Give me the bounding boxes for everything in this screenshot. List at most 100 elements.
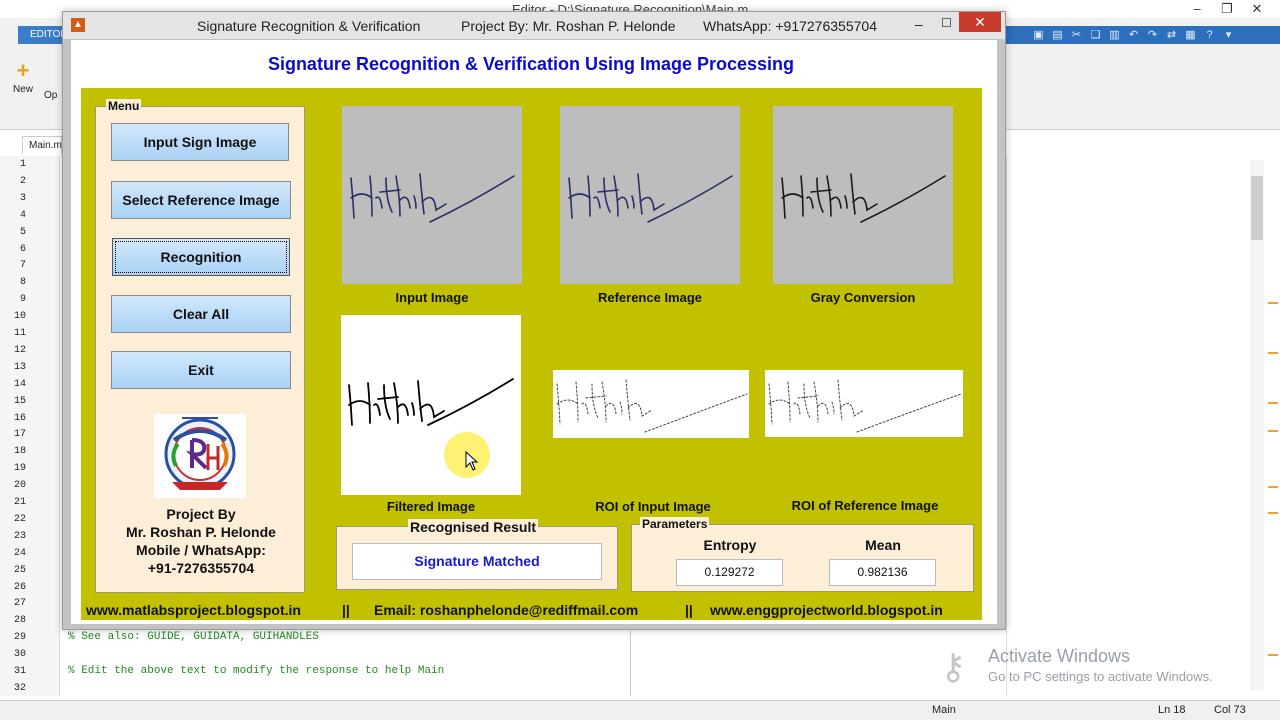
minimize-icon[interactable]: – <box>1182 0 1212 18</box>
signature-drawing <box>781 173 946 223</box>
line-number: 11 <box>13 328 26 339</box>
main-panel: Menu Input Sign Image Select Reference I… <box>81 88 982 620</box>
app-body: Signature Recognition & Verification Usi… <box>71 40 997 624</box>
status-function: Main <box>932 704 956 716</box>
line-number: 17 <box>13 429 26 441</box>
line-number: 24 <box>13 547 26 559</box>
mean-value: 0.982136 <box>829 559 936 586</box>
signature-drawing <box>350 173 515 223</box>
line-number: 10 <box>13 311 26 323</box>
marker[interactable] <box>1268 486 1278 488</box>
recognition-button[interactable]: Recognition <box>112 238 290 276</box>
roi-input-axes <box>553 370 749 438</box>
open-button[interactable]: Op <box>44 90 57 101</box>
code-line[interactable]: % See also: GUIDE, GUIDATA, GUIHANDLES <box>68 631 319 643</box>
close-icon[interactable]: ✕ <box>1242 0 1272 18</box>
line-number: 19 <box>13 463 26 475</box>
footer-email: Email: roshanphelonde@rediffmail.com <box>374 602 639 618</box>
reference-image-caption: Reference Image <box>597 290 703 305</box>
line-number: 7 <box>19 260 26 272</box>
tab-main-m[interactable]: Main.m <box>22 136 62 154</box>
filtered-image-axes <box>341 315 521 495</box>
layout-icon[interactable]: ▦ <box>1182 27 1199 43</box>
signature-drawing <box>568 173 733 223</box>
minimize-icon[interactable]: – <box>915 16 923 32</box>
matlab-icon: ▲ <box>71 18 85 32</box>
close-button[interactable]: ✕ <box>959 12 1001 32</box>
code-analyzer-markers <box>1266 156 1278 696</box>
marker[interactable] <box>1268 352 1278 354</box>
line-number: 25 <box>13 564 26 576</box>
entropy-label: Entropy <box>703 537 757 553</box>
marker[interactable] <box>1268 512 1278 514</box>
menu-panel: Menu Input Sign Image Select Reference I… <box>95 99 305 593</box>
editor-status-bar: Main Ln 18 Col 73 <box>0 700 1280 720</box>
new-label: New <box>12 84 33 95</box>
exit-button[interactable]: Exit <box>111 351 291 389</box>
save-icon[interactable]: ▤ <box>1049 27 1066 43</box>
maximize-icon[interactable]: ❐ <box>1212 0 1242 18</box>
marker[interactable] <box>1268 302 1278 304</box>
line-number: 18 <box>13 446 26 458</box>
line-number: 23 <box>13 530 26 542</box>
menu-label: Menu <box>106 99 142 113</box>
maximize-icon[interactable]: ☐ <box>941 16 952 30</box>
marker[interactable] <box>1268 430 1278 432</box>
switch-window-icon[interactable]: ⇄ <box>1163 27 1180 43</box>
roi-input-caption: ROI of Input Image <box>595 499 711 514</box>
entropy-value: 0.129272 <box>676 559 783 586</box>
window-project: Project By: Mr. Roshan P. Helonde <box>461 18 676 34</box>
activate-windows-watermark: ⚷ Activate Windows Go to PC settings to … <box>940 646 1213 687</box>
project-by-line: Mobile / WhatsApp: <box>136 542 266 558</box>
line-number: 5 <box>19 226 26 238</box>
signature-drawing <box>556 379 748 433</box>
status-column: Col 73 <box>1214 704 1246 716</box>
reference-image-axes <box>560 106 740 284</box>
cut-icon[interactable]: ✂ <box>1068 27 1085 43</box>
mouse-pointer-icon <box>465 451 479 471</box>
signature-gui-window: ▲ Signature Recognition & Verification P… <box>62 11 1006 630</box>
select-reference-image-button[interactable]: Select Reference Image <box>111 181 291 219</box>
parameters-panel: Parameters Entropy 0.129272 Mean 0.98213… <box>631 517 974 592</box>
line-number: 15 <box>13 395 26 407</box>
copy-icon[interactable]: ❏ <box>1087 27 1104 43</box>
activate-title: Activate Windows <box>988 646 1131 666</box>
window-whatsapp: WhatsApp: +917276355704 <box>703 18 877 34</box>
tab-editor[interactable]: EDITOR <box>18 26 68 44</box>
recognised-result-panel: Recognised Result Signature Matched <box>336 519 618 590</box>
new-plus-icon: + <box>16 58 30 83</box>
paste-icon[interactable]: ▥ <box>1106 27 1123 43</box>
line-number: 31 <box>13 666 26 677</box>
footer-separator: || <box>685 602 693 618</box>
gui-titlebar[interactable]: ▲ Signature Recognition & Verification P… <box>63 12 1005 39</box>
options-icon[interactable]: ▾ <box>1220 27 1237 43</box>
code-line[interactable]: % Edit the above text to modify the resp… <box>68 665 444 677</box>
undo-icon[interactable]: ↶ <box>1125 27 1142 43</box>
editor-right-pane <box>1006 156 1262 696</box>
redo-icon[interactable]: ↷ <box>1144 27 1161 43</box>
marker[interactable] <box>1268 654 1278 656</box>
editor-splitter[interactable] <box>630 630 631 696</box>
line-number: 6 <box>19 243 26 255</box>
folder-icon[interactable]: ▣ <box>1030 27 1047 43</box>
input-image-caption: Input Image <box>395 290 469 305</box>
help-icon[interactable]: ? <box>1201 27 1218 43</box>
line-number: 28 <box>13 615 26 627</box>
line-number: 9 <box>19 294 26 306</box>
mean-label: Mean <box>865 537 901 553</box>
line-number: 22 <box>13 513 26 525</box>
line-number: 2 <box>19 175 26 187</box>
recognised-result-label: Recognised Result <box>408 519 539 535</box>
scrollbar-thumb[interactable] <box>1251 176 1263 240</box>
line-number: 3 <box>19 192 26 204</box>
key-icon: ⚷ <box>940 646 967 687</box>
new-button[interactable]: + New <box>8 58 38 95</box>
marker[interactable] <box>1268 402 1278 404</box>
clear-all-button[interactable]: Clear All <box>111 295 291 333</box>
line-number: 26 <box>13 581 26 593</box>
line-number: 32 <box>13 682 26 694</box>
line-number: 8 <box>19 277 26 289</box>
roi-reference-caption: ROI of Reference Image <box>791 498 939 513</box>
gray-conversion-caption: Gray Conversion <box>810 290 916 305</box>
input-sign-image-button[interactable]: Input Sign Image <box>111 123 289 161</box>
